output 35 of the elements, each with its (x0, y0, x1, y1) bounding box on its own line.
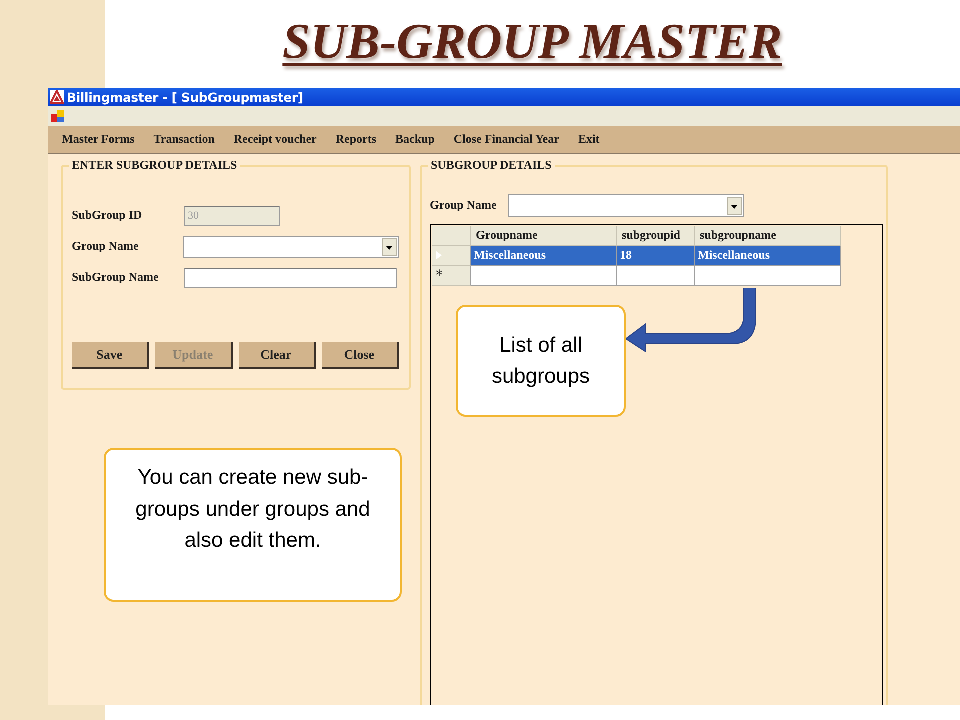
column-header: subgroupid (617, 226, 695, 246)
callout-note: List of all subgroups (456, 305, 626, 417)
dropdown-field[interactable] (183, 236, 399, 258)
table-cell: Miscellaneous (471, 246, 617, 266)
menu-item[interactable]: Close Financial Year (454, 132, 560, 147)
new-row-marker: * (432, 266, 471, 286)
callout-note: You can create new sub-groups under groups and also edit them. (104, 448, 402, 602)
row-header[interactable] (432, 246, 471, 266)
window-title: Billingmaster - [ SubGroupmaster] (67, 90, 304, 104)
menu-item[interactable]: Exit (578, 132, 600, 147)
text-field[interactable] (184, 268, 397, 288)
field-label: SubGroup ID (72, 208, 144, 223)
column-header: subgroupname (695, 226, 841, 246)
dropdown-caret-icon[interactable] (726, 196, 742, 214)
menu-item[interactable]: Transaction (154, 132, 215, 147)
form-button[interactable]: Save (72, 342, 150, 369)
column-header: Groupname (471, 226, 617, 246)
dropdown-caret-icon[interactable] (382, 238, 397, 256)
current-row-icon (436, 251, 442, 260)
window-tiles-icon[interactable] (51, 109, 65, 123)
table-cell: Miscellaneous (695, 246, 841, 266)
field-label: Group Name (72, 239, 140, 254)
slide-title: SUB-GROUP MASTER (282, 14, 782, 69)
field-label: Group Name (430, 198, 497, 213)
table-cell: 18 (617, 246, 695, 266)
field-label: SubGroup Name (72, 270, 160, 285)
app-logo-icon (50, 90, 64, 104)
dropdown-field[interactable] (508, 194, 744, 217)
form-button[interactable]: Close (322, 342, 399, 369)
form-button[interactable]: Clear (238, 342, 316, 369)
menu-item[interactable]: Reports (336, 132, 377, 147)
menu-item[interactable]: Master Forms (62, 132, 135, 147)
grid-corner-cell (432, 226, 471, 246)
menu-item[interactable]: Backup (396, 132, 435, 147)
menu-item[interactable]: Receipt voucher (234, 132, 317, 147)
